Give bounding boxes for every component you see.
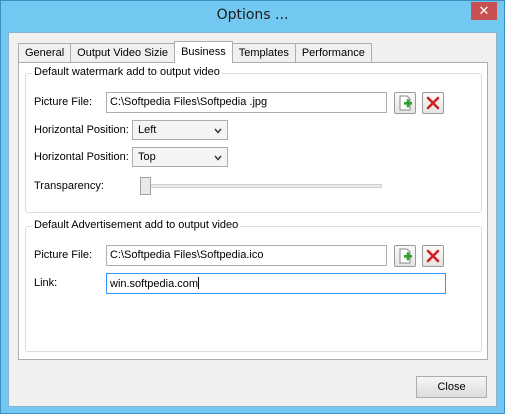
watermark-picture-label: Picture File: — [34, 96, 93, 108]
transparency-slider-track[interactable] — [144, 184, 382, 188]
tab-general[interactable]: General — [18, 43, 72, 62]
business-tab-panel: Default watermark add to output video Pi… — [18, 62, 488, 360]
watermark-group: Default watermark add to output video Pi… — [25, 66, 482, 213]
add-file-icon — [399, 248, 412, 264]
watermark-group-title: Default watermark add to output video — [32, 66, 222, 78]
watermark-delete-button[interactable] — [422, 92, 444, 114]
advertisement-link-label: Link: — [34, 277, 58, 289]
delete-icon — [426, 249, 440, 263]
tab-templates[interactable]: Templates — [231, 43, 296, 62]
watermark-vpos-select[interactable]: Top — [132, 147, 228, 167]
watermark-hpos-select[interactable]: Left — [132, 120, 228, 140]
advertisement-picture-label: Picture File: — [34, 249, 93, 261]
dialog-body: General Output Video Sizie Business Temp… — [8, 32, 497, 407]
watermark-vpos-value: Top — [138, 151, 156, 163]
advertisement-group-title: Default Advertisement add to output vide… — [32, 219, 241, 231]
window-title: Options ... — [216, 7, 289, 23]
advertisement-link-value: win.softpedia.com — [110, 278, 199, 290]
add-file-icon — [399, 95, 412, 111]
watermark-picture-file-field[interactable]: C:\Softpedia Files\Softpedia .jpg — [106, 92, 387, 113]
tab-business[interactable]: Business — [174, 41, 233, 63]
advertisement-add-file-button[interactable] — [394, 245, 416, 267]
options-window: Options ... ✕ General Output Video Sizie… — [0, 0, 505, 414]
chevron-down-icon — [214, 155, 222, 161]
watermark-hpos-value: Left — [138, 124, 157, 136]
watermark-vpos-label: Horizontal Position: — [34, 151, 129, 163]
close-button[interactable]: Close — [416, 376, 487, 398]
watermark-hpos-label: Horizontal Position: — [34, 124, 129, 136]
tab-performance[interactable]: Performance — [294, 43, 372, 62]
transparency-slider-thumb[interactable] — [140, 177, 151, 195]
watermark-add-file-button[interactable] — [394, 92, 416, 114]
title-bar[interactable]: Options ... ✕ — [1, 1, 504, 32]
delete-icon — [426, 96, 440, 110]
tab-strip: General Output Video Sizie Business Temp… — [18, 41, 372, 63]
advertisement-group: Default Advertisement add to output vide… — [25, 219, 482, 352]
watermark-transparency-label: Transparency: — [34, 180, 104, 192]
advertisement-delete-button[interactable] — [422, 245, 444, 267]
chevron-down-icon — [214, 128, 222, 134]
advertisement-link-field[interactable]: win.softpedia.com — [106, 273, 446, 294]
text-caret — [198, 277, 200, 289]
advertisement-picture-file-field[interactable]: C:\Softpedia Files\Softpedia.ico — [106, 245, 387, 266]
window-close-button[interactable]: ✕ — [471, 2, 497, 20]
tab-output-video-size[interactable]: Output Video Sizie — [70, 43, 176, 62]
